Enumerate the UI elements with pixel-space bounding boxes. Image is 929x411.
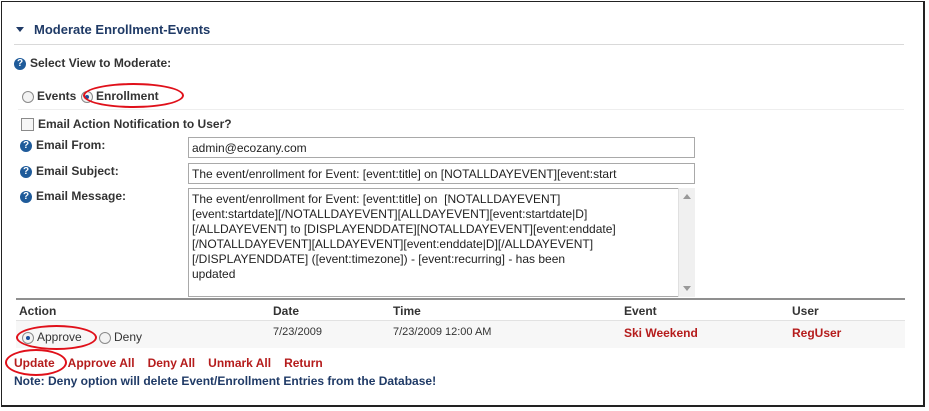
col-header-user: User [792,304,819,318]
deny-all-button[interactable]: Deny All [148,356,196,370]
radio-deny-label: Deny [114,330,143,344]
table-row: Approve Deny 7/23/2009 7/23/2009 12:00 A… [16,320,905,348]
help-question-icon[interactable]: ? [20,190,32,203]
section-divider [14,44,904,45]
scroll-down-arrow-icon[interactable] [683,286,691,291]
col-header-date: Date [273,304,300,318]
email-from-label: Email From: [36,138,106,152]
radio-deny[interactable]: Deny [99,330,142,344]
col-header-event: Event [624,304,657,318]
radio-events-label: Events [37,89,77,103]
cell-user-link[interactable]: RegUser [792,326,841,340]
moderation-grid: Action Date Time Event User Approve Deny… [16,298,905,348]
scroll-up-arrow-icon[interactable] [683,194,691,199]
return-button[interactable]: Return [284,356,323,370]
notify-row[interactable]: Email Action Notification to User? [21,116,232,132]
radio-events[interactable]: Events [22,88,76,103]
radio-enrollment[interactable]: Enrollment [80,88,159,103]
command-bar: Update Approve All Deny All Unmark All Retur… [14,355,336,370]
cell-date: 7/23/2009 [273,326,322,338]
approve-all-button[interactable]: Approve All [68,356,135,370]
radio-approve[interactable]: Approve [22,330,82,344]
notify-label: Email Action Notification to User? [38,117,232,131]
email-from-input[interactable]: admin@ecozany.com [188,137,695,158]
options-divider [18,109,904,110]
help-question-icon[interactable]: ? [14,57,26,70]
help-question-icon[interactable]: ? [20,139,32,152]
update-button[interactable]: Update [14,356,55,370]
view-select-label: Select View to Moderate: [30,56,172,70]
email-message-textarea[interactable]: The event/enrollment for Event: [event:t… [188,188,695,297]
radio-enrollment-label: Enrollment [95,89,159,103]
radio-deny-button[interactable] [99,331,111,344]
email-subject-label-row: ? Email Subject: [20,163,119,178]
section-title: Moderate Enrollment-Events [34,22,211,37]
radio-approve-button[interactable] [22,331,34,344]
section-header[interactable]: Moderate Enrollment-Events [16,22,210,37]
view-radio-group: Events Enrollment [22,88,159,103]
email-subject-input[interactable]: The event/enrollment for Event: [event:t… [188,163,695,184]
email-message-label-row: ? Email Message: [20,188,126,203]
cell-event-link[interactable]: Ski Weekend [624,326,698,340]
collapse-triangle-icon[interactable] [16,27,24,32]
col-header-action: Action [19,304,57,318]
deny-warning-note: Note: Deny option will delete Event/Enro… [14,374,437,388]
moderation-panel: Moderate Enrollment-Events ? Select View … [1,1,925,407]
col-header-time: Time [393,304,421,318]
message-scrollbar[interactable] [678,188,695,297]
view-select-row: ? Select View to Moderate: [14,55,171,70]
radio-enrollment-button[interactable] [80,90,93,103]
email-message-wrapper: The event/enrollment for Event: [event:t… [188,188,695,297]
email-message-label: Email Message: [36,189,127,203]
cell-time: 7/23/2009 12:00 AM [393,326,492,338]
email-subject-label: Email Subject: [36,164,119,178]
radio-events-button[interactable] [22,90,34,103]
notify-checkbox[interactable] [21,118,34,132]
radio-approve-label: Approve [37,330,82,344]
help-question-icon[interactable]: ? [20,165,32,178]
email-from-label-row: ? Email From: [20,137,105,152]
unmark-all-button[interactable]: Unmark All [208,356,271,370]
